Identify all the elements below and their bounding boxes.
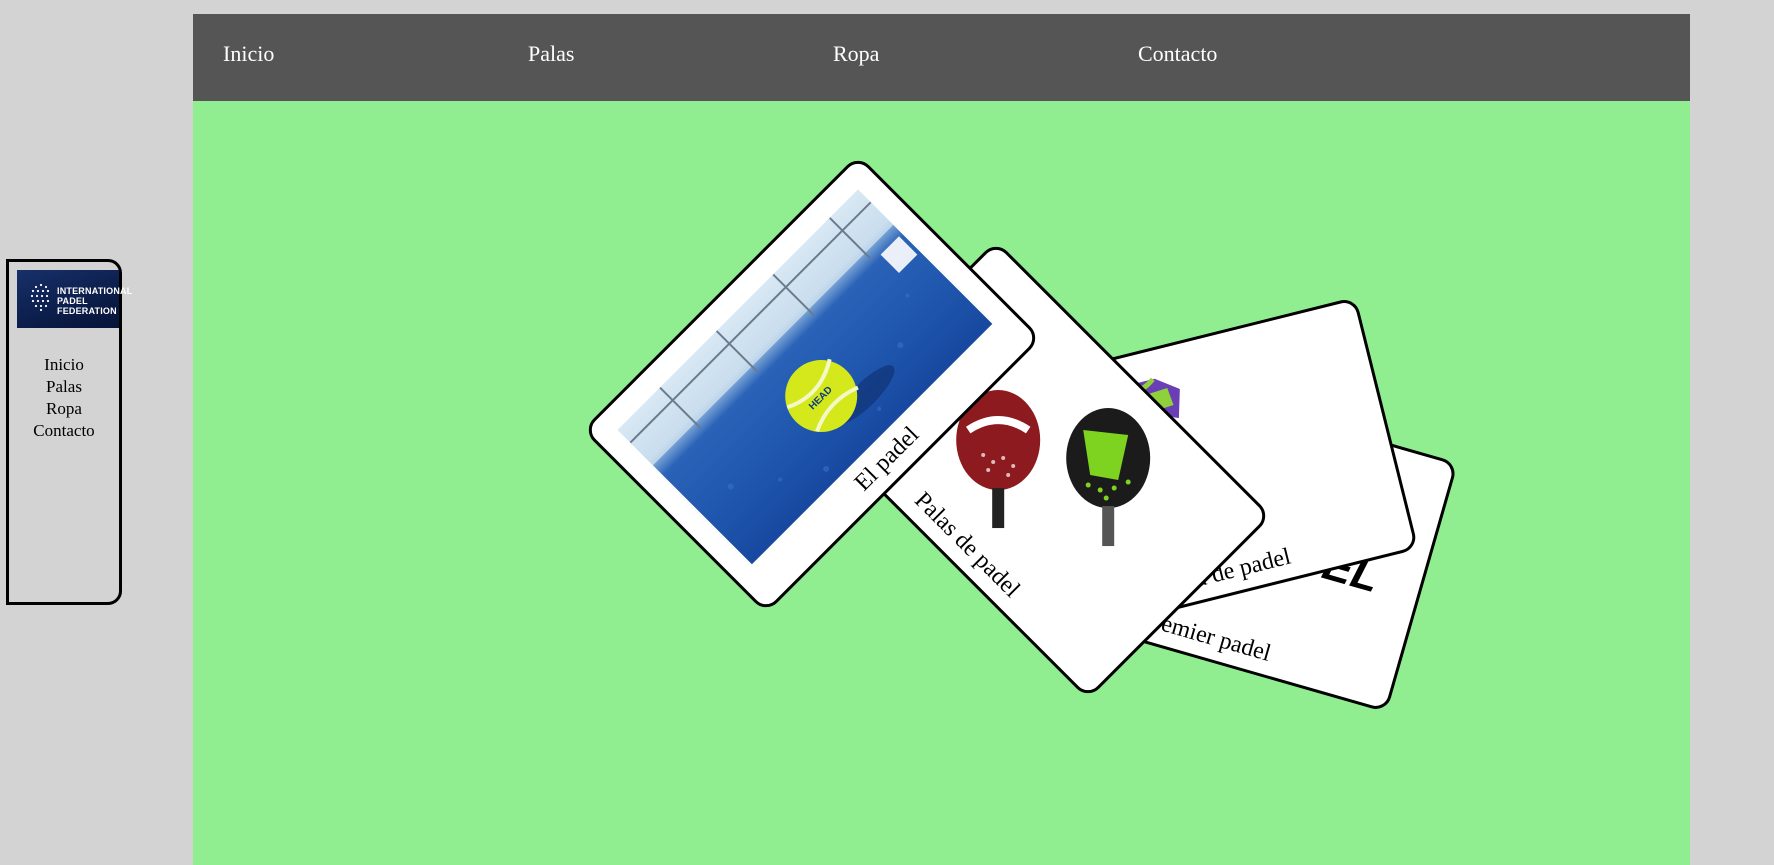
main-content: Inicio Palas Ropa Contacto EL Premier pa… [193,14,1690,865]
sidebar: INTERNATIONAL PADEL FEDERATION Inicio Pa… [6,259,133,605]
nav-link-inicio[interactable]: Inicio [223,41,274,67]
logo-wordmark: INTERNATIONAL PADEL FEDERATION [57,286,133,316]
sidebar-nav: Inicio Palas Ropa Contacto [9,354,119,442]
top-navbar: Inicio Palas Ropa Contacto [193,14,1690,101]
sidebar-item-contacto[interactable]: Contacto [9,420,119,442]
logo-line: PADEL [57,296,88,306]
federation-logo: INTERNATIONAL PADEL FEDERATION [17,270,133,328]
nav-link-palas[interactable]: Palas [528,41,574,67]
sidebar-item-ropa[interactable]: Ropa [9,398,119,420]
sidebar-item-inicio[interactable]: Inicio [9,354,119,376]
logo-line: FEDERATION [57,306,117,316]
globe-dots-icon [30,283,50,311]
logo-line: INTERNATIONAL [57,286,133,296]
nav-link-ropa[interactable]: Ropa [833,41,879,67]
sidebar-item-palas[interactable]: Palas [9,376,119,398]
nav-link-contacto[interactable]: Contacto [1138,41,1217,67]
